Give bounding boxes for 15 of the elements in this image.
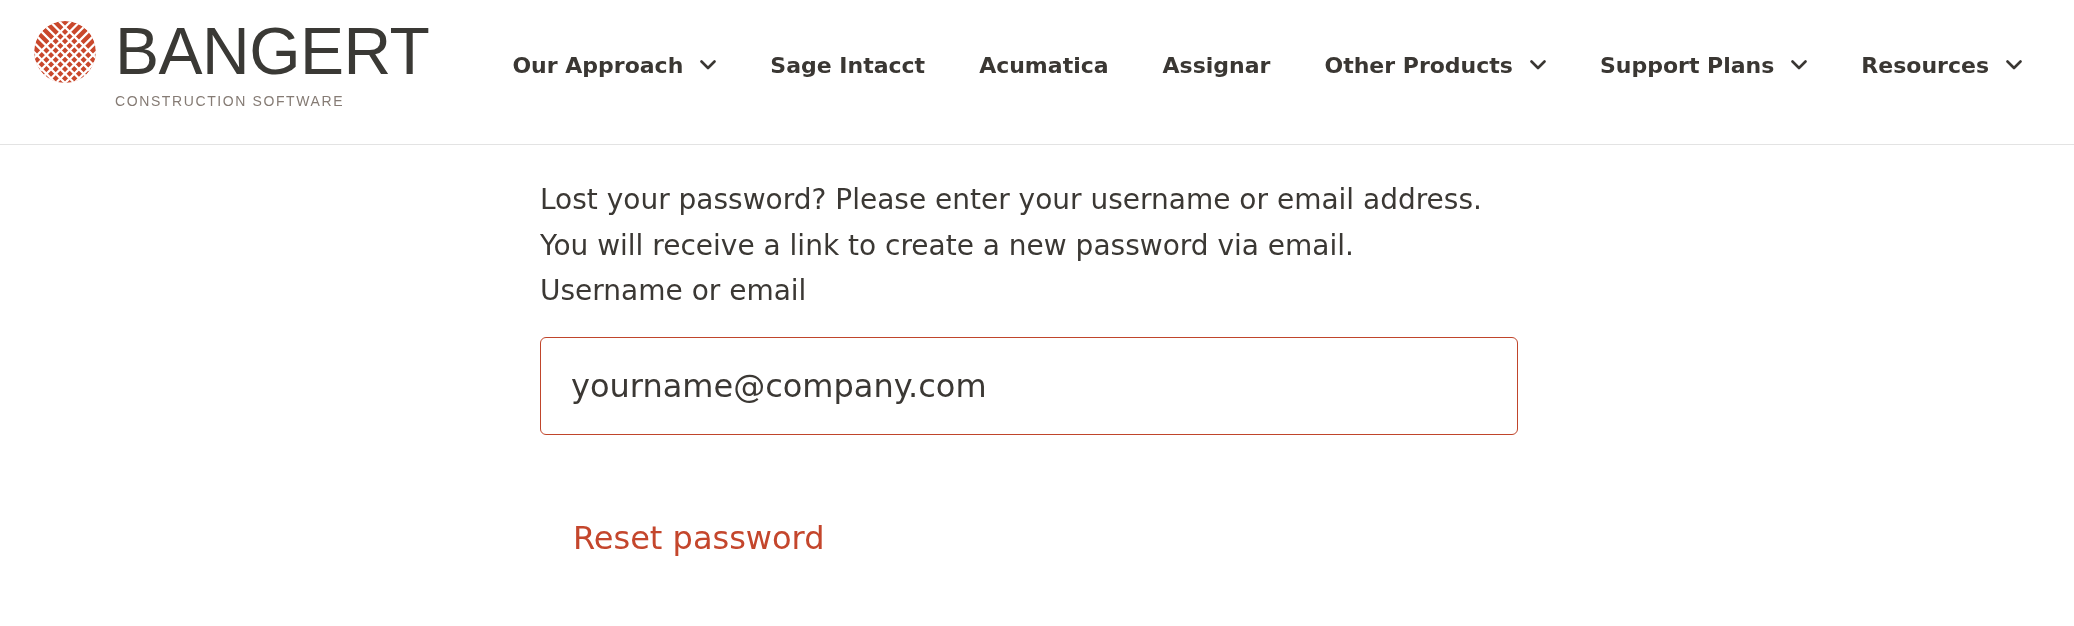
brand-tagline: CONSTRUCTION SOFTWARE — [115, 93, 346, 109]
input-field[interactable]: yourname@company.com — [540, 337, 1518, 435]
nav-link[interactable]: Assignar — [1162, 48, 1271, 82]
nav-link[interactable]: Our Approach — [512, 48, 717, 82]
reset-password-button[interactable]: Reset password — [540, 507, 858, 569]
nav-link[interactable]: Other Products — [1324, 48, 1546, 82]
globe-logo-icon — [34, 21, 96, 83]
nav-link[interactable]: Sage Intacct — [770, 48, 926, 82]
nav-link[interactable]: Resources — [1861, 48, 2022, 82]
intro-text: You will receive a link to create a new password via email. — [540, 228, 1355, 264]
intro-text: Lost your password? Please enter your username or email address. — [540, 182, 1483, 218]
brand-wordmark: BANGERT — [115, 23, 430, 79]
nav-link[interactable]: Support Plans — [1599, 48, 1808, 82]
nav-link[interactable]: Acumatica — [979, 48, 1109, 82]
field-label: Username or email — [540, 273, 808, 309]
